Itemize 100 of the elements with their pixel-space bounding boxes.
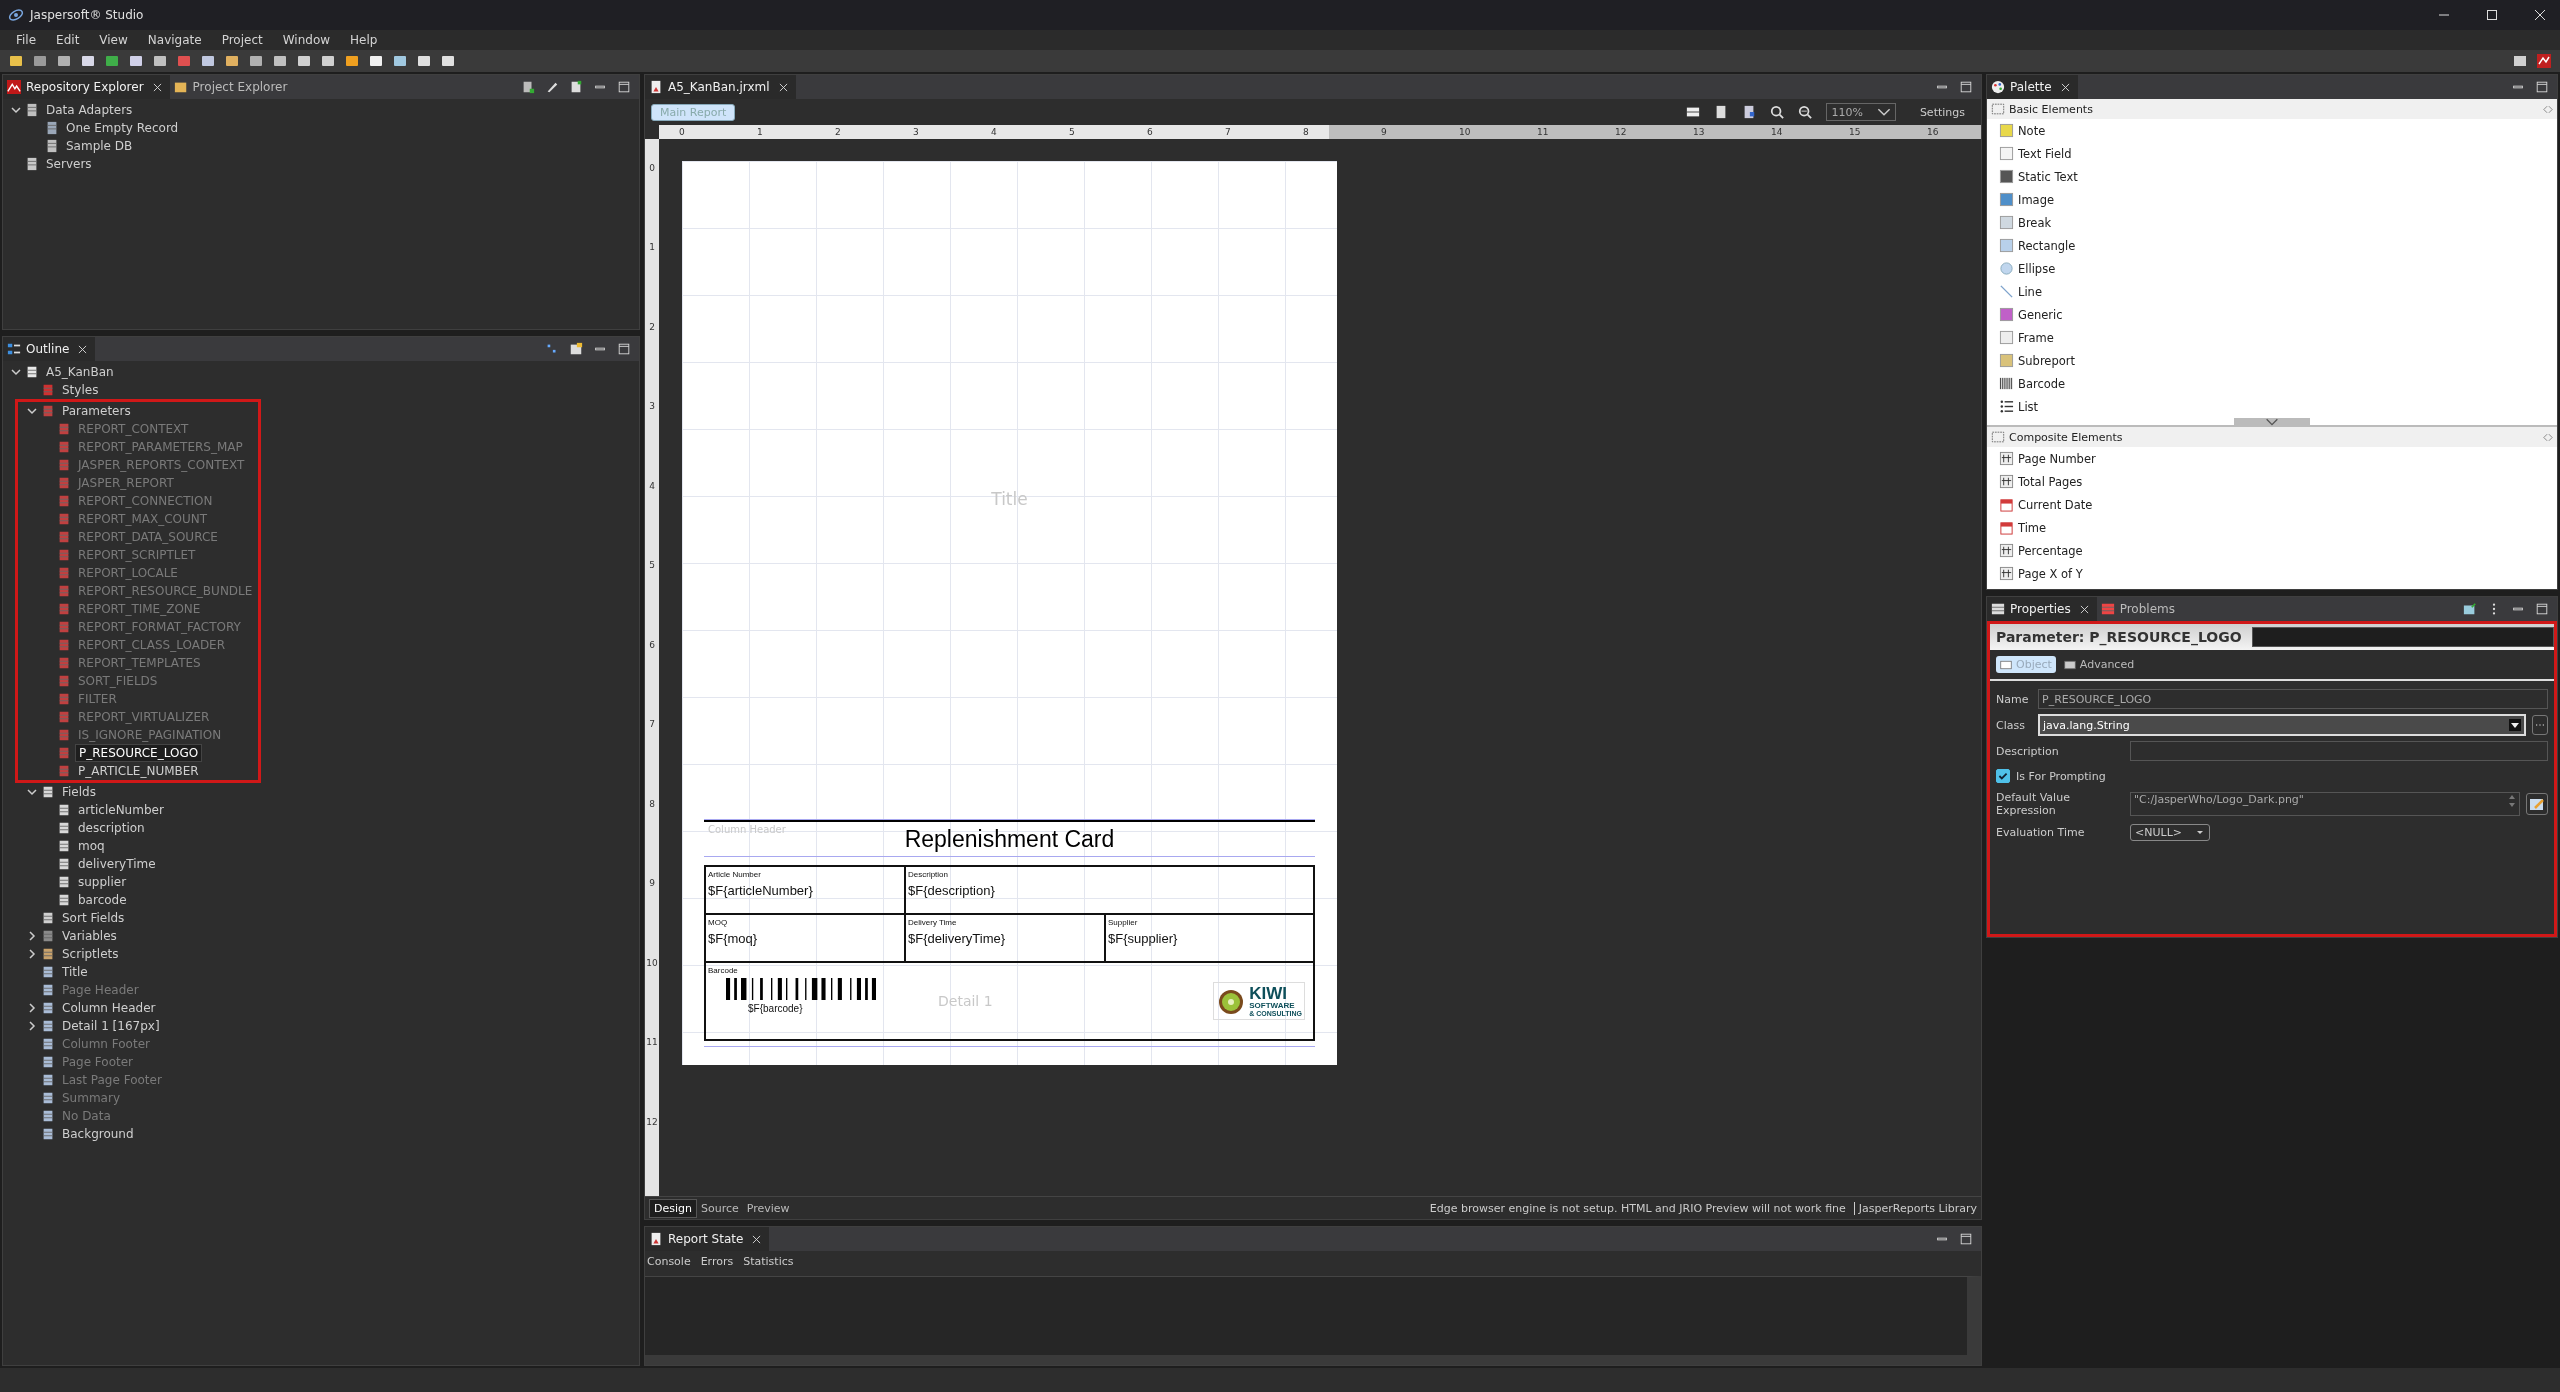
panel-tab[interactable]: Repository Explorer bbox=[3, 75, 170, 99]
new-document-icon[interactable] bbox=[569, 80, 583, 94]
expression-editor-button[interactable] bbox=[2526, 793, 2548, 815]
panel-tab[interactable]: Outline bbox=[3, 337, 96, 361]
maximize-icon[interactable] bbox=[2486, 9, 2498, 21]
tree-item[interactable]: Scriptlets bbox=[59, 946, 122, 962]
zoom-dropdown[interactable]: 110% bbox=[1826, 103, 1896, 121]
close-icon[interactable] bbox=[2079, 604, 2089, 614]
panel-tab[interactable]: Palette bbox=[1987, 75, 2078, 99]
tree-item[interactable]: P_RESOURCE_LOGO bbox=[75, 744, 203, 762]
close-icon[interactable] bbox=[78, 344, 88, 354]
editor-tab[interactable]: A5_KanBan.jrxml bbox=[645, 75, 796, 99]
text-input[interactable] bbox=[2130, 741, 2548, 761]
close-icon[interactable] bbox=[152, 82, 162, 92]
palette-item[interactable]: Static Text bbox=[2018, 169, 2078, 184]
palette-item[interactable]: Total Pages bbox=[2018, 474, 2083, 489]
palette-item[interactable]: Frame bbox=[2018, 330, 2054, 345]
close-icon[interactable] bbox=[778, 82, 788, 92]
panel-tab[interactable]: Report State bbox=[645, 1227, 770, 1251]
class-dropdown[interactable]: java.lang.String bbox=[2038, 714, 2526, 736]
chevron-icon[interactable] bbox=[11, 367, 21, 377]
settings-button[interactable]: Settings bbox=[1909, 105, 1975, 119]
tree-item[interactable]: One Empty Record bbox=[63, 120, 182, 136]
palette-item[interactable]: Ellipse bbox=[2018, 261, 2056, 276]
menu-item[interactable]: File bbox=[6, 33, 47, 47]
menu-item[interactable]: Window bbox=[272, 33, 341, 47]
tree-item[interactable]: Parameters bbox=[59, 403, 134, 419]
console-tab[interactable]: Errors bbox=[700, 1255, 734, 1268]
tree-item[interactable]: Sample DB bbox=[63, 138, 136, 154]
tree-item[interactable]: Background bbox=[59, 1126, 137, 1142]
tree-item[interactable]: Fields bbox=[59, 784, 99, 800]
tree-item[interactable]: Data Adapters bbox=[43, 102, 136, 118]
palette-item[interactable]: Rectangle bbox=[2018, 238, 2076, 253]
maximize-icon[interactable] bbox=[2535, 602, 2549, 616]
menu-item[interactable]: Navigate bbox=[137, 33, 212, 47]
editor-mode-tab[interactable]: Preview bbox=[742, 1199, 794, 1217]
chevron-icon[interactable] bbox=[27, 1021, 37, 1031]
palette-section-header[interactable]: Composite Elements bbox=[1987, 427, 2557, 447]
tree-item[interactable]: barcode bbox=[75, 892, 130, 908]
tree-item[interactable]: Detail 1 [167px] bbox=[59, 1018, 163, 1034]
palette-item[interactable]: Page Number bbox=[2018, 451, 2096, 466]
tree-item[interactable]: Servers bbox=[43, 156, 95, 172]
menu-item[interactable]: Edit bbox=[46, 33, 90, 47]
tree-item[interactable]: P_ARTICLE_NUMBER bbox=[75, 763, 202, 779]
tree-item[interactable]: Styles bbox=[59, 382, 102, 398]
palette-item[interactable]: Subreport bbox=[2018, 353, 2075, 368]
close-icon[interactable] bbox=[2534, 9, 2546, 21]
tree-view-icon[interactable] bbox=[545, 342, 559, 356]
palette-item[interactable]: List bbox=[2018, 399, 2039, 414]
panel-tab[interactable]: Project Explorer bbox=[169, 75, 296, 99]
close-icon[interactable] bbox=[2060, 82, 2070, 92]
palette-item[interactable]: Page X of Y bbox=[2018, 566, 2083, 581]
menu-item[interactable]: Help bbox=[340, 33, 388, 47]
menu-item[interactable]: Project bbox=[211, 33, 273, 47]
maximize-icon[interactable] bbox=[617, 342, 631, 356]
console-tab[interactable]: Console bbox=[647, 1255, 691, 1268]
property-tab[interactable]: Advanced bbox=[2059, 656, 2139, 673]
palette-item[interactable]: Time bbox=[2018, 520, 2047, 535]
tree-item[interactable]: articleNumber bbox=[75, 802, 167, 818]
palette-item[interactable]: Current Date bbox=[2018, 497, 2093, 512]
console-tab[interactable]: Statistics bbox=[743, 1255, 794, 1268]
palette-item[interactable]: Break bbox=[2018, 215, 2052, 230]
tree-item[interactable]: A5_KanBan bbox=[43, 364, 117, 380]
palette-item[interactable]: Generic bbox=[2018, 307, 2063, 322]
palette-item[interactable]: Barcode bbox=[2018, 376, 2066, 391]
evaluation-time-dropdown[interactable]: <NULL> bbox=[2130, 823, 2210, 841]
tree-item[interactable]: Sort Fields bbox=[59, 910, 128, 926]
maximize-icon[interactable] bbox=[2535, 80, 2549, 94]
zoom-in-icon[interactable] bbox=[1770, 105, 1785, 119]
browse-button[interactable] bbox=[2532, 715, 2548, 735]
chevron-icon[interactable] bbox=[27, 949, 37, 959]
pin-icon[interactable] bbox=[2463, 602, 2477, 616]
chevron-icon[interactable] bbox=[27, 787, 37, 797]
tree-item[interactable]: Variables bbox=[59, 928, 120, 944]
palette-section-header[interactable]: Basic Elements bbox=[1987, 99, 2557, 119]
editor-mode-tab[interactable]: Source bbox=[697, 1199, 743, 1217]
scroll-handle[interactable] bbox=[2234, 418, 2310, 425]
tree-item[interactable]: description bbox=[75, 820, 148, 836]
palette-item[interactable]: Text Field bbox=[2018, 146, 2072, 161]
maximize-icon[interactable] bbox=[1959, 80, 1973, 94]
zoom-out-icon[interactable] bbox=[1798, 105, 1813, 119]
tree-item[interactable]: deliveryTime bbox=[75, 856, 159, 872]
close-icon[interactable] bbox=[752, 1234, 762, 1244]
database-add-icon[interactable] bbox=[521, 80, 535, 94]
tree-item[interactable]: Title bbox=[59, 964, 91, 980]
palette-item[interactable]: Image bbox=[2018, 192, 2055, 207]
maximize-icon[interactable] bbox=[617, 80, 631, 94]
palette-item[interactable]: Line bbox=[2018, 284, 2042, 299]
maximize-icon[interactable] bbox=[1959, 1232, 1973, 1246]
chevron-icon[interactable] bbox=[27, 406, 37, 416]
tree-item[interactable]: moq bbox=[75, 838, 108, 854]
tree-item[interactable]: supplier bbox=[75, 874, 130, 890]
eraser-icon[interactable] bbox=[545, 80, 559, 94]
editor-mode-tab[interactable]: Design bbox=[649, 1198, 697, 1218]
panel-tab[interactable]: Properties bbox=[1987, 597, 2097, 621]
chevron-icon[interactable] bbox=[11, 105, 21, 115]
palette-item[interactable]: Note bbox=[2018, 123, 2046, 138]
thumbnail-icon[interactable] bbox=[569, 342, 583, 356]
menu-item[interactable]: View bbox=[89, 33, 138, 47]
tree-item[interactable]: Column Header bbox=[59, 1000, 159, 1016]
